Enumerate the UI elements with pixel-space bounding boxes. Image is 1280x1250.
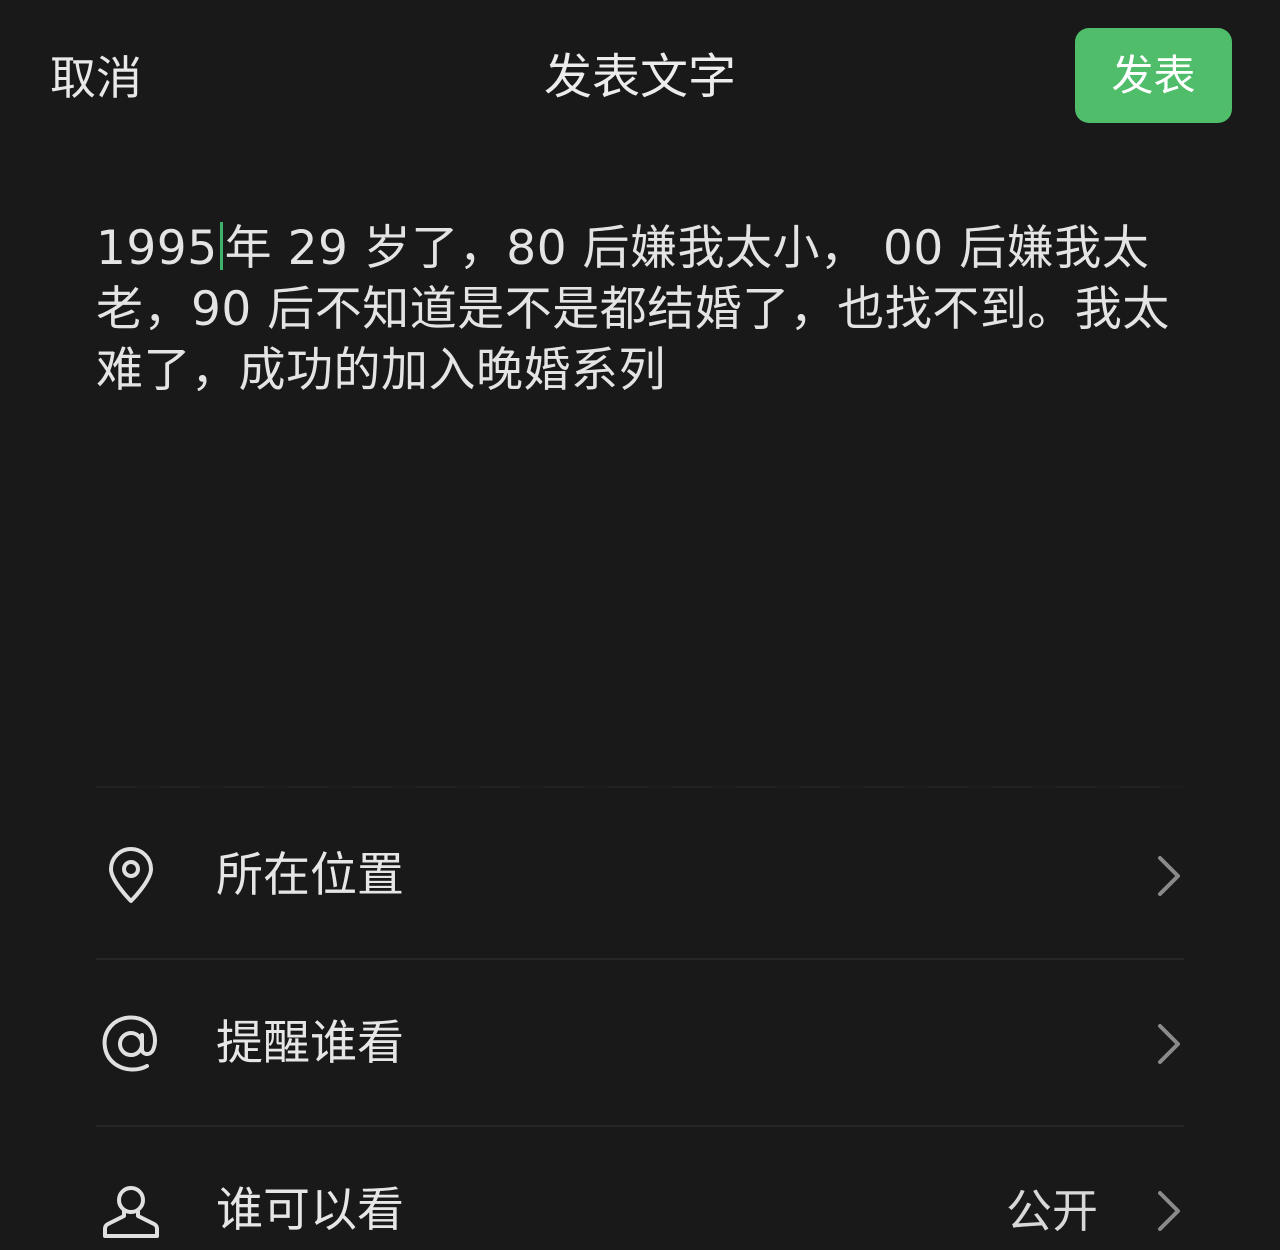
text-caret: [219, 222, 223, 270]
chevron-right-icon: [1158, 1023, 1180, 1064]
top-bar: 取消 发表文字 发表: [0, 0, 1280, 150]
post-text-input[interactable]: 1995 年 29 岁了，80 后嫌我太小， 00 后嫌我太老，90 后不知道是不…: [96, 218, 1186, 401]
visibility-label: 谁可以看: [216, 1182, 404, 1238]
mention-row[interactable]: 提醒谁看: [96, 960, 1184, 1127]
post-text-part-1: 1995: [96, 221, 218, 276]
compose-screen: 取消 发表文字 发表 1995 年 29 岁了，80 后嫌我太小， 00 后嫌我太…: [0, 0, 1280, 1250]
location-label: 所在位置: [216, 847, 404, 903]
content-divider: [96, 786, 1184, 788]
location-row[interactable]: 所在位置: [96, 792, 1184, 959]
chevron-right-icon: [1158, 1190, 1180, 1231]
person-icon: [96, 1176, 166, 1246]
visibility-row[interactable]: 谁可以看 公开: [96, 1127, 1184, 1250]
chevron-right-icon: [1158, 855, 1180, 896]
at-sign-icon: [96, 1009, 166, 1079]
visibility-value: 公开: [1006, 1183, 1098, 1238]
publish-button[interactable]: 发表: [1075, 28, 1232, 123]
post-text-part-2: 年 29 岁了，80 后嫌我太小， 00 后嫌我太老，90 后不知道是不是都结婚…: [96, 221, 1170, 398]
mention-label: 提醒谁看: [216, 1015, 404, 1071]
location-pin-icon: [96, 841, 166, 911]
